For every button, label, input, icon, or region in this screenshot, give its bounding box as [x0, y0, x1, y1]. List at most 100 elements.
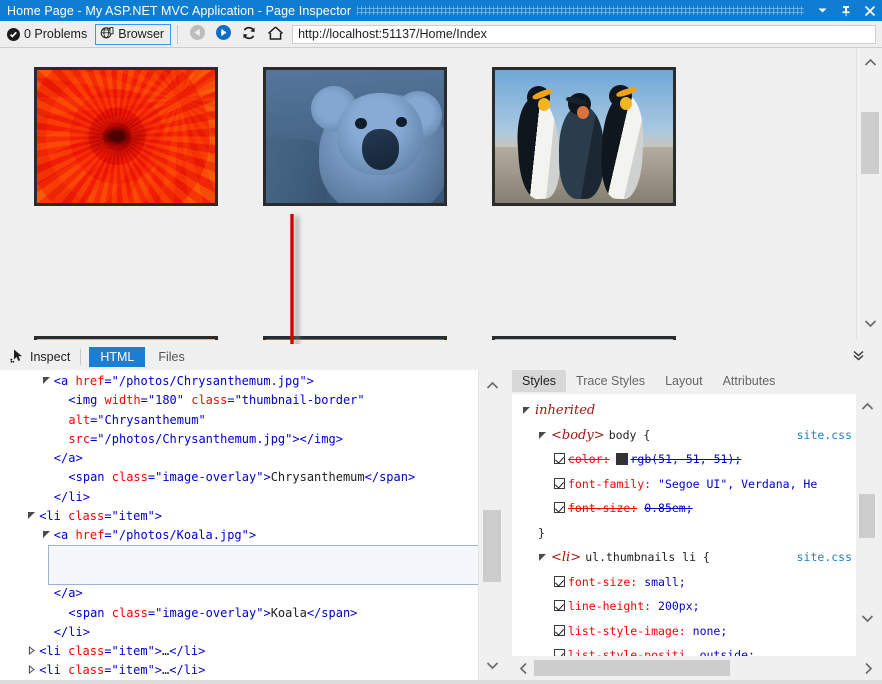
style-rule-header[interactable]: <body> body {site.css: [512, 423, 856, 448]
declaration-checkbox[interactable]: [554, 576, 565, 587]
expander-collapse-icon[interactable]: [538, 428, 547, 442]
inherited-group-header[interactable]: inherited: [512, 398, 856, 423]
html-markup-panel[interactable]: <a href="/photos/Chrysanthemum.jpg"><img…: [0, 370, 478, 684]
html-code-line[interactable]: <a href="/photos/Chrysanthemum.jpg">: [0, 372, 478, 391]
declaration-value[interactable]: none;: [693, 624, 728, 638]
declaration-value[interactable]: outside;: [700, 648, 755, 656]
style-declaration[interactable]: font-size: small;: [512, 570, 856, 595]
home-button[interactable]: [262, 23, 288, 46]
problems-indicator[interactable]: 0 Problems: [0, 23, 95, 46]
thumbnail-penguins[interactable]: [492, 67, 676, 206]
styles-horizontal-scrollbar[interactable]: [512, 658, 879, 678]
styles-scroll-down-icon[interactable]: [856, 608, 878, 628]
html-code-line[interactable]: </li>: [0, 488, 478, 507]
thumbnail-lighthouse[interactable]: [492, 336, 676, 340]
tab-files[interactable]: Files: [147, 347, 195, 367]
styles-hscroll-track[interactable]: [534, 658, 857, 678]
thumbnail-tulips[interactable]: [34, 336, 218, 340]
refresh-button[interactable]: [236, 23, 262, 46]
html-code-line[interactable]: <li class="item">…</li>: [0, 661, 478, 680]
scroll-down-icon[interactable]: [857, 312, 882, 334]
declaration-checkbox[interactable]: [554, 453, 565, 464]
html-code-line[interactable]: </a>: [0, 449, 478, 468]
tab-layout[interactable]: Layout: [655, 370, 713, 392]
collapse-panel-button[interactable]: [851, 348, 866, 366]
rule-source-file[interactable]: site.css: [797, 423, 852, 448]
tab-attributes[interactable]: Attributes: [713, 370, 786, 392]
declaration-checkbox[interactable]: [554, 502, 565, 513]
html-code-line[interactable]: <span class="image-overlay">Chrysanthemu…: [0, 468, 478, 487]
declaration-checkbox[interactable]: [554, 600, 565, 611]
rule-source-file[interactable]: site.css: [797, 545, 852, 570]
expander-collapse-icon[interactable]: [522, 403, 531, 417]
declaration-checkbox[interactable]: [554, 478, 565, 489]
styles-scroll-up-icon[interactable]: [856, 396, 878, 416]
chevron-down-icon: [817, 5, 828, 16]
html-code-line[interactable]: <li class="item">: [0, 507, 478, 526]
declaration-property: font-size:: [568, 575, 637, 589]
declaration-value[interactable]: rgb(51, 51, 51);: [630, 452, 741, 466]
code-token: ="/photos/Chrysanthemum.jpg">: [90, 432, 300, 446]
declaration-value[interactable]: "Segoe UI", Verdana, He: [658, 477, 817, 491]
declaration-spacer: [693, 648, 700, 656]
forward-button[interactable]: [210, 23, 236, 46]
scroll-up-icon[interactable]: [857, 51, 882, 73]
window-pin-button[interactable]: [834, 0, 858, 21]
html-code-line[interactable]: src="/photos/Chrysanthemum.jpg"></img>: [0, 430, 478, 449]
style-rule-header[interactable]: <li> ul.thumbnails li {site.css: [512, 545, 856, 570]
style-declaration[interactable]: color: rgb(51, 51, 51);: [512, 447, 856, 472]
rule-element-tag: <body>: [551, 428, 609, 443]
html-code-line[interactable]: <img width="180" class="thumbnail-border…: [0, 391, 478, 410]
color-swatch[interactable]: [616, 453, 628, 465]
style-declaration[interactable]: font-family: "Segoe UI", Verdana, He: [512, 472, 856, 497]
thumbnail-koala[interactable]: [263, 67, 447, 206]
code-token: Koala: [271, 606, 307, 620]
html-code-line[interactable]: <a href="/photos/Koala.jpg">: [0, 526, 478, 545]
styles-scrollbar-thumb[interactable]: [859, 494, 875, 538]
html-code-line[interactable]: alt="Chrysanthemum": [0, 411, 478, 430]
html-code-line[interactable]: </a>: [0, 584, 478, 603]
declaration-checkbox[interactable]: [554, 649, 565, 656]
html-panel-vertical-scrollbar[interactable]: [478, 370, 504, 684]
inspect-button[interactable]: Inspect: [0, 346, 80, 368]
tab-html[interactable]: HTML: [89, 347, 145, 367]
html-code-line[interactable]: </li>: [0, 623, 478, 642]
declaration-value[interactable]: small;: [644, 575, 686, 589]
html-scroll-up-icon[interactable]: [479, 374, 505, 396]
declaration-spacer: [686, 624, 693, 638]
tab-styles[interactable]: Styles: [512, 370, 566, 392]
window-close-button[interactable]: [858, 0, 882, 21]
declaration-property: list-style-image:: [568, 624, 686, 638]
problems-label: 0 Problems: [24, 27, 87, 41]
html-scrollbar-thumb[interactable]: [483, 510, 501, 582]
arrow-left-circle-icon: [189, 24, 206, 44]
thumbnail-chrysanthemum[interactable]: [34, 67, 218, 206]
styles-scroll-left-icon[interactable]: [512, 658, 534, 678]
window-dropdown-button[interactable]: [810, 0, 834, 21]
code-token: ="Chrysanthemum": [90, 413, 206, 427]
back-button[interactable]: [184, 23, 210, 46]
browser-scrollbar-thumb[interactable]: [861, 112, 879, 174]
html-code-line[interactable]: <li class="item">…</li>: [0, 642, 478, 661]
declaration-value[interactable]: 200px;: [658, 599, 700, 613]
style-declaration[interactable]: list-style-positi… outside;: [512, 643, 856, 656]
styles-vertical-scrollbar[interactable]: [856, 394, 878, 656]
style-declaration[interactable]: list-style-image: none;: [512, 619, 856, 644]
tab-trace-styles[interactable]: Trace Styles: [566, 370, 655, 392]
thumbnail-jellyfish[interactable]: [263, 336, 447, 340]
code-token: <li: [39, 509, 68, 523]
address-bar[interactable]: http://localhost:51137/Home/Index: [292, 25, 876, 44]
html-code-line[interactable]: <span class="image-overlay">Koala</span>: [0, 604, 478, 623]
html-scroll-down-icon[interactable]: [479, 654, 505, 676]
style-declaration[interactable]: line-height: 200px;: [512, 594, 856, 619]
browser-vertical-scrollbar[interactable]: [856, 48, 882, 340]
styles-scroll-right-icon[interactable]: [857, 658, 879, 678]
declaration-property: list-style-positi…: [568, 648, 693, 656]
expander-collapse-icon[interactable]: [538, 550, 547, 564]
styles-panel: Styles Trace Styles Layout Attributes in…: [505, 370, 882, 684]
style-declaration[interactable]: font-size: 0.85em;: [512, 496, 856, 521]
declaration-checkbox[interactable]: [554, 625, 565, 636]
styles-hscrollbar-thumb[interactable]: [534, 660, 730, 676]
declaration-value[interactable]: 0.85em;: [644, 501, 692, 515]
browser-tab[interactable]: Browser: [95, 24, 171, 45]
